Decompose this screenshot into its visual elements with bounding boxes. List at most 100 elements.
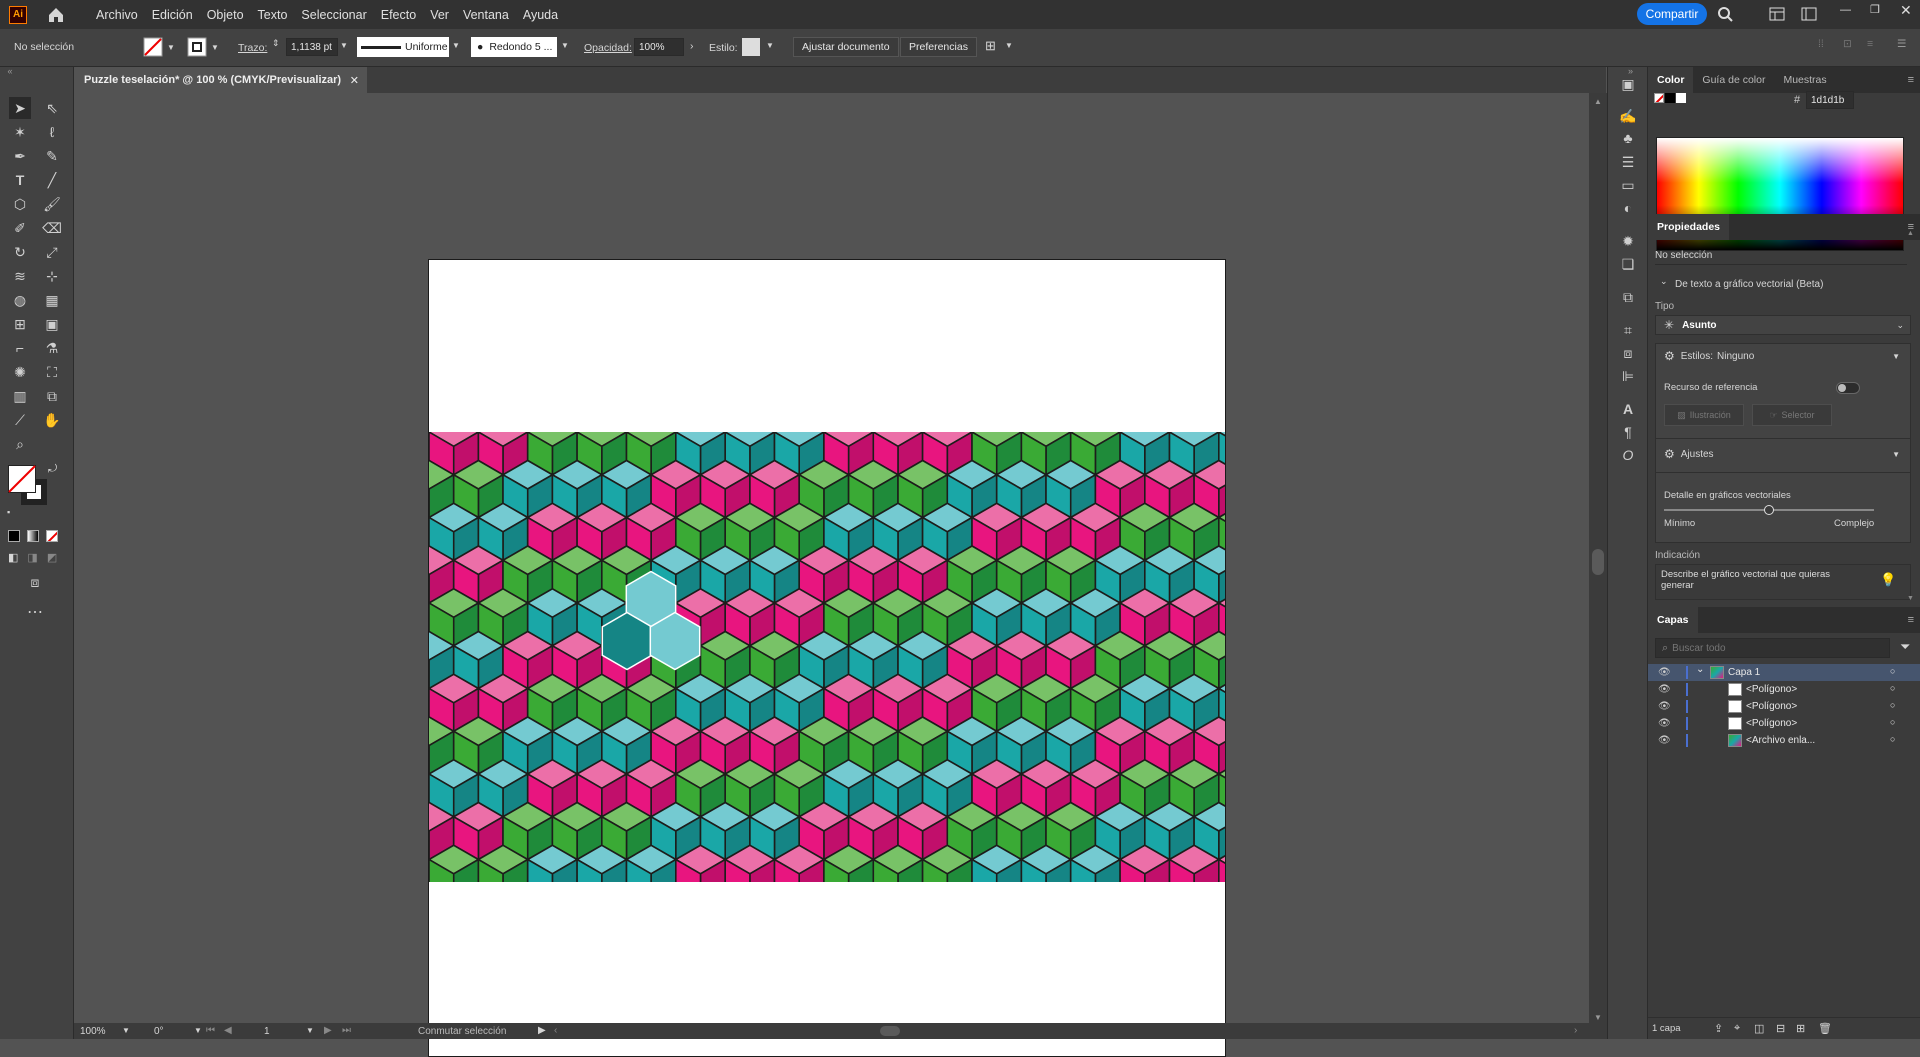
brushes-icon[interactable]: ✍ <box>1618 106 1638 126</box>
tab-layers[interactable]: Capas <box>1648 607 1698 633</box>
type-select[interactable]: ✳ Asunto ⌄ <box>1655 315 1911 335</box>
layer-row[interactable]: 👁 <Polígono> ○ <box>1648 715 1920 732</box>
menu-item-1[interactable]: Edición <box>145 8 200 22</box>
hscroll-thumb[interactable] <box>880 1026 900 1036</box>
target-icon[interactable]: ○ <box>1890 700 1895 710</box>
layer-row[interactable]: 👁 <Polígono> ○ <box>1648 681 1920 698</box>
panel-menu-icon[interactable]: ≡ <box>1908 74 1914 86</box>
chevron-down-icon[interactable]: ▼ <box>561 41 569 50</box>
graphic-styles-icon[interactable]: ❏ <box>1618 254 1638 274</box>
graph-tool-icon[interactable]: ▥ <box>9 385 31 407</box>
zoom-tool-icon[interactable]: ⌕ <box>9 433 31 455</box>
appearance-icon[interactable]: ✹ <box>1618 231 1638 251</box>
chevron-down-icon[interactable]: ▼ <box>766 41 774 50</box>
scroll-down-icon[interactable]: ▼ <box>1907 595 1914 602</box>
none-mode-icon[interactable] <box>46 530 58 542</box>
target-icon[interactable]: ○ <box>1890 666 1895 676</box>
scroll-right-icon[interactable]: › <box>1574 1025 1577 1036</box>
search-icon[interactable] <box>1717 6 1734 23</box>
visibility-icon[interactable]: 👁 <box>1658 701 1671 712</box>
scroll-up-icon[interactable]: ▲ <box>1907 230 1914 237</box>
target-icon[interactable]: ○ <box>1890 683 1895 693</box>
draw-normal-icon[interactable]: ◧ <box>8 551 18 564</box>
visibility-icon[interactable]: 👁 <box>1658 667 1671 678</box>
libraries-icon[interactable]: ▣ <box>1618 74 1638 94</box>
close-icon[interactable]: ✕ <box>1900 2 1912 19</box>
prev-artboard-icon[interactable]: ◀ <box>224 1025 232 1036</box>
chevron-down-icon[interactable]: ▼ <box>340 41 348 50</box>
menu-item-5[interactable]: Efecto <box>374 8 423 22</box>
rotation-value[interactable]: 0° <box>154 1026 164 1037</box>
opacity-field[interactable]: 100% <box>634 38 684 56</box>
polygon-tool-icon[interactable]: ⬡ <box>9 193 31 215</box>
home-icon[interactable] <box>45 4 67 26</box>
curvature-tool-icon[interactable]: ✎ <box>41 145 63 167</box>
style-swatch[interactable] <box>742 38 760 56</box>
close-tab-icon[interactable]: ✕ <box>350 74 359 87</box>
draw-behind-icon[interactable]: ◨ <box>27 551 37 564</box>
visibility-icon[interactable]: 👁 <box>1658 735 1671 746</box>
character-icon[interactable]: A <box>1618 399 1638 419</box>
menu-item-4[interactable]: Seleccionar <box>294 8 373 22</box>
line-tool-icon[interactable]: ╱ <box>41 169 63 191</box>
scroll-left-icon[interactable]: ‹ <box>554 1025 557 1036</box>
layer-row[interactable]: 👁 <Polígono> ○ <box>1648 698 1920 715</box>
white-swatch[interactable] <box>1676 93 1686 103</box>
artboard-number[interactable]: 1 <box>264 1026 270 1037</box>
chevron-down-icon[interactable]: ▼ <box>452 41 460 50</box>
symbols-icon[interactable]: ♣ <box>1618 128 1638 148</box>
selector-button[interactable]: ☞ Selector <box>1752 404 1832 426</box>
collect-export-icon[interactable]: ⇪ <box>1714 1022 1723 1035</box>
align-icon[interactable]: ⊞ <box>985 38 996 54</box>
last-artboard-icon[interactable]: ⏭ <box>342 1025 351 1036</box>
layers-panel-icon[interactable]: ⧉ <box>1618 287 1638 307</box>
filter-icon[interactable]: ⏷ <box>1900 639 1910 655</box>
default-colors-icon[interactable]: ▪ <box>7 507 10 517</box>
chevron-down-icon[interactable]: ▼ <box>167 43 175 52</box>
share-button[interactable]: Compartir <box>1637 3 1707 25</box>
tab-color-guide[interactable]: Guía de color <box>1693 67 1774 93</box>
clipping-mask-icon[interactable]: ◫ <box>1754 1022 1764 1035</box>
shape-builder-icon[interactable]: ◍ <box>9 289 31 311</box>
live-paint-icon[interactable]: ⛶ <box>41 361 63 383</box>
perspective-grid-icon[interactable]: ▦ <box>41 289 63 311</box>
screen-mode-icon[interactable]: ⧈ <box>24 571 46 593</box>
target-icon[interactable]: ○ <box>1890 734 1895 744</box>
distribute-icon[interactable]: ⁞⁞ <box>1818 38 1824 50</box>
menu-item-8[interactable]: Ayuda <box>516 8 565 22</box>
gradient-tool-icon[interactable]: ▣ <box>41 313 63 335</box>
delete-layer-icon[interactable]: 🗑 <box>1818 1022 1832 1035</box>
hex-field[interactable]: 1d1d1b <box>1806 91 1854 109</box>
pathfinder-icon[interactable]: ⧈ <box>1618 343 1638 363</box>
lasso-icon[interactable]: ℓ <box>41 121 63 143</box>
scroll-thumb[interactable] <box>1592 549 1604 575</box>
minimize-icon[interactable]: — <box>1840 4 1851 16</box>
chevron-down-icon[interactable]: ▼ <box>1005 41 1013 50</box>
fill-box[interactable] <box>8 465 36 493</box>
styles-dropdown[interactable]: ⚙ Estilos: Ninguno ▼ <box>1656 344 1910 368</box>
panel-menu-icon[interactable]: ≡ <box>1908 614 1914 626</box>
stroke-stepper[interactable]: ⇕ <box>272 38 280 49</box>
free-transform-icon[interactable]: ⊹ <box>41 265 63 287</box>
paintbrush-icon[interactable]: 🖌 <box>41 193 63 215</box>
fit-document-button[interactable]: Ajustar documento <box>793 37 899 57</box>
chevron-down-icon[interactable]: ▼ <box>194 1026 202 1035</box>
new-layer-icon[interactable]: ⊞ <box>1796 1022 1805 1035</box>
stroke-profile-select[interactable]: Uniforme <box>357 37 449 57</box>
fill-stroke-widget[interactable]: ⤾ ▪ <box>7 463 60 521</box>
black-swatch[interactable] <box>1665 93 1675 103</box>
mesh-tool-icon[interactable]: ⊞ <box>9 313 31 335</box>
draw-inside-icon[interactable]: ◩ <box>47 551 57 564</box>
pen-tool-icon[interactable]: ✒ <box>9 145 31 167</box>
tab-properties[interactable]: Propiedades <box>1648 214 1730 240</box>
align-panel-icon[interactable]: ⊫ <box>1618 366 1638 386</box>
gradient-panel-icon[interactable]: ▭ <box>1618 175 1638 195</box>
stroke-panel-icon[interactable]: ☰ <box>1618 152 1638 172</box>
symbol-sprayer-icon[interactable]: ✺ <box>9 361 31 383</box>
prompt-input[interactable]: Describe el gráfico vectorial que quiera… <box>1655 564 1911 600</box>
menu-item-6[interactable]: Ver <box>423 8 456 22</box>
chevron-down-icon[interactable]: ⌄ <box>1696 664 1704 675</box>
first-artboard-icon[interactable]: ⏮ <box>206 1025 215 1036</box>
document-tab[interactable]: Puzzle teselación* @ 100 % (CMYK/Previsu… <box>74 67 367 93</box>
panel-menu-icon[interactable]: ☰ <box>1897 38 1906 50</box>
